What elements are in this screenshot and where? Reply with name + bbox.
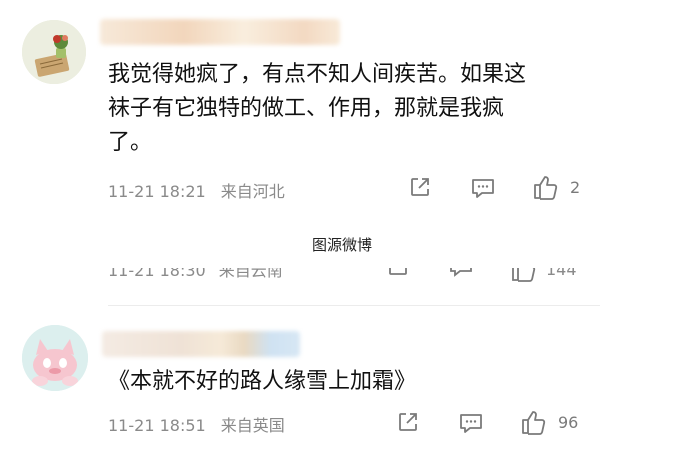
share-button[interactable] [408,175,432,199]
comment-time: 11-21 18:21 [108,182,206,201]
cropped-share-button[interactable] [386,268,416,282]
share-icon [399,413,417,431]
like-button[interactable]: 96 [520,409,578,435]
pink-cat-icon [22,325,88,391]
comment-text-line: 袜子有它独特的做工、作用，那就是我疯 [108,96,505,121]
cropped-comment-location: 来自云南 [218,268,283,280]
like-count: 96 [558,412,579,432]
like-count: 2 [570,177,581,197]
image-source-caption: 图源微博 [311,236,372,254]
comment-icon [450,268,472,277]
divider [108,305,600,306]
thumbs-up-icon [512,268,536,282]
comment-icon [460,414,482,433]
plant-desk-icon [22,20,86,84]
like-button[interactable]: 2 [532,174,580,200]
avatar[interactable] [22,20,86,84]
thumbs-up-icon [522,411,546,435]
comment-button[interactable] [458,411,484,435]
comment-icon [472,179,494,198]
thumbs-up-icon [534,176,558,200]
cropped-comment-button[interactable] [448,268,478,282]
comment-text: 我觉得她疯了，有点不知人间疾苦。如果这 袜子有它独特的做工、作用，那就是我疯 了… [108,58,526,160]
share-icon [411,178,429,196]
cropped-comment-time: 11-21 18:30 [108,268,206,280]
comment-meta: 11-21 18:51 来自英国 [108,412,295,436]
comment-button[interactable] [470,176,496,200]
cropped-like-button[interactable]: 144 [510,268,590,282]
cropped-like-count: 144 [546,268,577,279]
username-redacted[interactable] [102,331,300,357]
comment-text-line: 我觉得她疯了，有点不知人间疾苦。如果这 [108,62,527,87]
avatar[interactable] [22,325,88,391]
share-button[interactable] [396,410,420,434]
comment-text: 《本就不好的路人缘雪上加霜》 [108,365,416,399]
username-redacted[interactable] [100,19,340,45]
share-icon [389,268,407,275]
comment-text-line: 了。 [108,130,153,155]
comment-meta: 11-21 18:21 来自河北 [108,178,295,202]
comment-location: 来自河北 [220,182,285,201]
comment-time: 11-21 18:51 [108,416,206,435]
comment-location: 来自英国 [220,416,285,435]
comment-text-line: 《本就不好的路人缘雪上加霜》 [108,369,417,394]
